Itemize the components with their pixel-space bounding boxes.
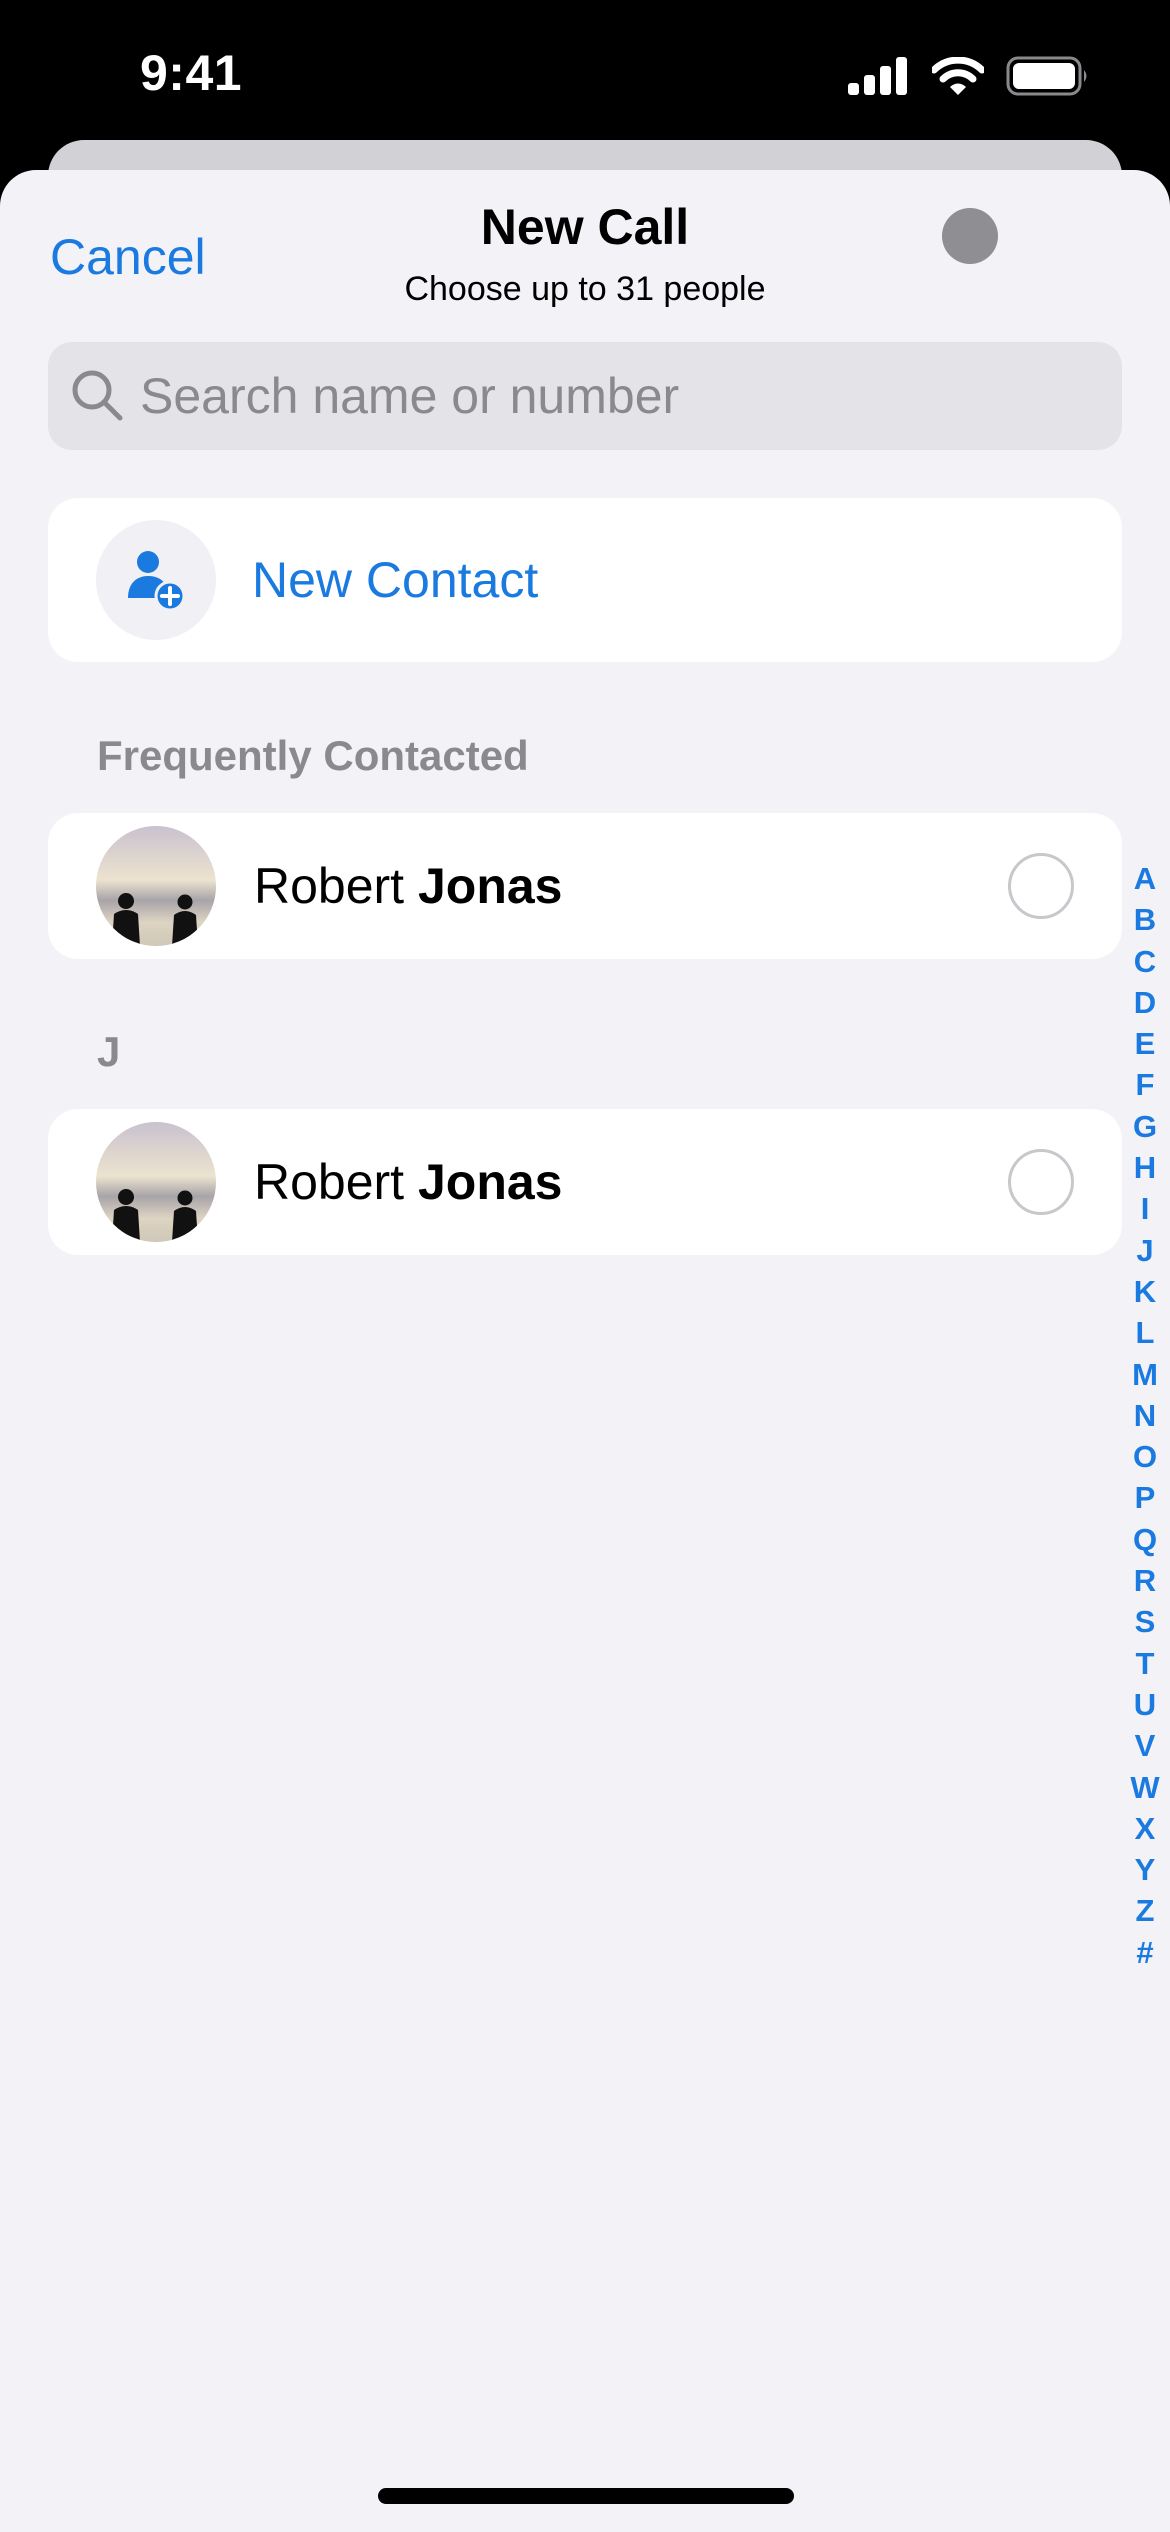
index-letter[interactable]: N bbox=[1134, 1395, 1156, 1436]
index-letter[interactable]: Y bbox=[1135, 1849, 1156, 1890]
index-letter[interactable]: I bbox=[1141, 1188, 1150, 1229]
contact-last-name: Jonas bbox=[417, 858, 563, 914]
new-contact-avatar bbox=[96, 520, 216, 640]
battery-icon bbox=[1006, 56, 1087, 96]
contact-photo-icon bbox=[96, 1122, 216, 1242]
signal-icon bbox=[848, 57, 907, 95]
select-checkbox[interactable] bbox=[1008, 1149, 1074, 1215]
section-header-frequently-contacted: Frequently Contacted bbox=[97, 732, 529, 779]
home-indicator[interactable] bbox=[378, 2488, 794, 2504]
avatar bbox=[96, 1122, 216, 1242]
index-letter[interactable]: O bbox=[1133, 1436, 1157, 1477]
index-letter[interactable]: B bbox=[1134, 899, 1156, 940]
wifi-icon bbox=[932, 57, 984, 95]
status-bar: 9:41 bbox=[0, 0, 1170, 140]
index-letter[interactable]: D bbox=[1134, 982, 1156, 1023]
section-index-bar[interactable]: A B C D E F G H I J K L M N O P Q R S T U V W X Y Z # bbox=[1120, 858, 1170, 1973]
status-icons bbox=[848, 56, 1090, 96]
index-letter[interactable]: L bbox=[1136, 1312, 1155, 1353]
index-letter[interactable]: H bbox=[1134, 1147, 1156, 1188]
index-letter[interactable]: U bbox=[1134, 1684, 1156, 1725]
contact-photo-icon bbox=[96, 826, 216, 946]
index-letter[interactable]: S bbox=[1135, 1601, 1156, 1642]
index-letter[interactable]: T bbox=[1136, 1643, 1155, 1684]
contact-name: Robert Jonas bbox=[254, 1153, 1008, 1211]
contact-first-name: Robert bbox=[254, 1154, 405, 1210]
contact-first-name: Robert bbox=[254, 858, 405, 914]
new-contact-label: New Contact bbox=[252, 552, 539, 608]
contact-name: Robert Jonas bbox=[254, 857, 1008, 915]
select-checkbox[interactable] bbox=[1008, 853, 1074, 919]
avatar bbox=[96, 826, 216, 946]
index-letter[interactable]: Z bbox=[1136, 1890, 1155, 1931]
section-header-j: J bbox=[97, 1028, 121, 1075]
index-letter[interactable]: E bbox=[1135, 1023, 1156, 1064]
index-letter[interactable]: X bbox=[1135, 1808, 1156, 1849]
index-letter[interactable]: J bbox=[1136, 1230, 1153, 1271]
contact-row[interactable]: Robert Jonas bbox=[48, 1109, 1122, 1255]
index-letter[interactable]: Q bbox=[1133, 1519, 1157, 1560]
status-time: 9:41 bbox=[140, 45, 243, 101]
index-letter[interactable]: G bbox=[1133, 1106, 1157, 1147]
search-input[interactable] bbox=[140, 367, 1090, 425]
search-bar[interactable] bbox=[48, 342, 1122, 450]
index-letter[interactable]: W bbox=[1130, 1767, 1159, 1808]
index-letter[interactable]: A bbox=[1134, 858, 1156, 899]
index-letter[interactable]: K bbox=[1134, 1271, 1156, 1312]
index-letter[interactable]: P bbox=[1135, 1477, 1156, 1518]
index-letter[interactable]: V bbox=[1135, 1725, 1156, 1766]
index-letter[interactable]: F bbox=[1136, 1064, 1155, 1105]
index-letter[interactable]: M bbox=[1132, 1354, 1158, 1395]
contact-last-name: Jonas bbox=[417, 1154, 563, 1210]
person-add-icon bbox=[128, 551, 186, 612]
new-contact-button[interactable]: New Contact bbox=[48, 498, 1122, 662]
status-dot bbox=[942, 208, 998, 264]
index-letter[interactable]: R bbox=[1134, 1560, 1156, 1601]
index-letter[interactable]: C bbox=[1134, 941, 1156, 982]
search-icon bbox=[72, 370, 123, 421]
new-call-sheet: Cancel New Call Choose up to 31 people N… bbox=[0, 170, 1170, 2532]
contact-row[interactable]: Robert Jonas bbox=[48, 813, 1122, 959]
index-letter[interactable]: # bbox=[1136, 1932, 1153, 1973]
page-subtitle: Choose up to 31 people bbox=[404, 270, 766, 308]
